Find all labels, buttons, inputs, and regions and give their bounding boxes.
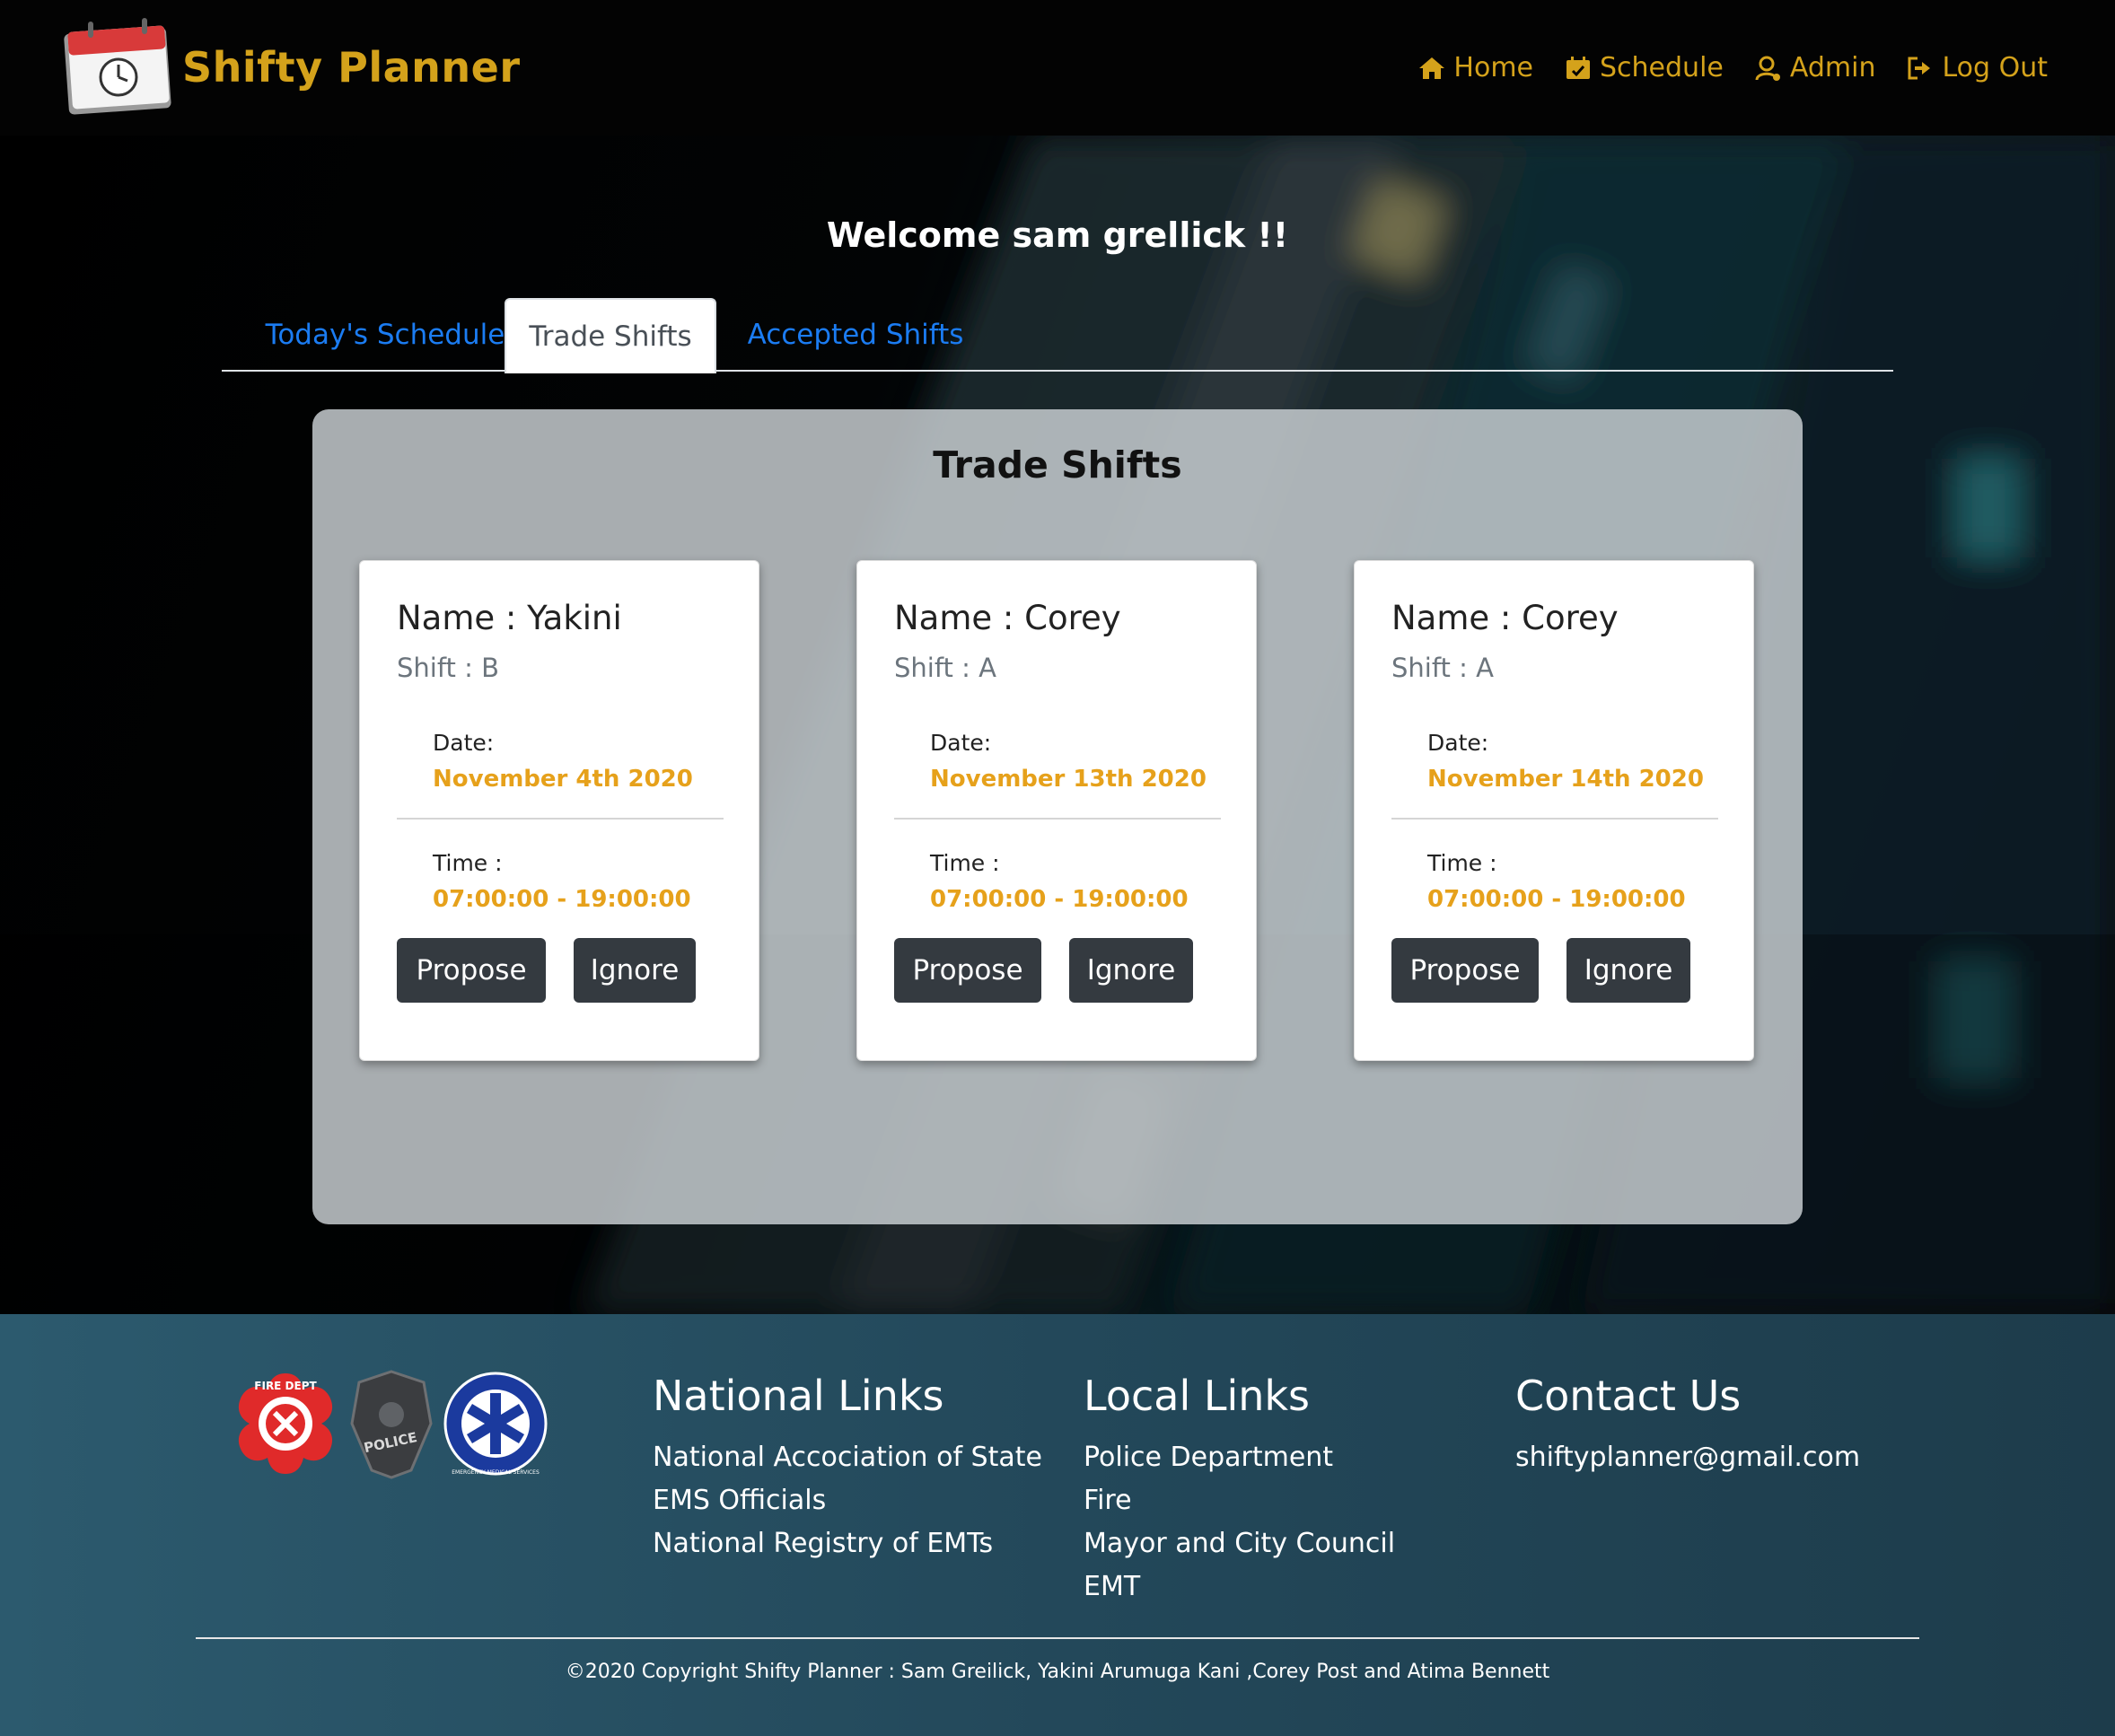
home-icon [1419,57,1445,79]
welcome-message: Welcome sam grellick !! [826,215,1289,255]
nav-admin-label: Admin [1789,52,1876,83]
date-value: November 13th 2020 [930,766,1207,793]
contact-email[interactable]: shiftyplanner@gmail.com [1515,1436,1860,1479]
date-value: November 4th 2020 [433,766,693,793]
link-mayor-city-council[interactable]: Mayor and City Council [1084,1522,1395,1565]
shift-card: Name : Corey Shift : A Date: November 14… [1354,560,1754,1061]
date-label: Date: [930,730,992,756]
card-shift: Shift : A [894,653,996,683]
navbar: Shifty Planner Home Schedule Admin Log O… [0,0,2115,136]
link-nremt[interactable]: National Registry of EMTs [653,1522,1042,1565]
nav-schedule[interactable]: Schedule [1564,52,1724,83]
nav-logout[interactable]: Log Out [1906,52,2048,83]
time-label: Time : [1427,850,1497,876]
card-shift: Shift : B [397,653,500,683]
brand-title[interactable]: Shifty Planner [182,43,521,92]
fire-dept-badge-icon: FIRE DEPT [238,1373,333,1474]
date-label: Date: [433,730,495,756]
contact-us: Contact Us shiftyplanner@gmail.com [1515,1372,1860,1479]
time-value: 07:00:00 - 19:00:00 [930,886,1189,913]
tab-todays-schedule[interactable]: Today's Schedule [250,298,520,372]
contact-heading: Contact Us [1515,1372,1742,1420]
fire-badge-text: FIRE DEPT [254,1380,317,1392]
date-label: Date: [1427,730,1489,756]
ignore-button[interactable]: Ignore [1069,938,1193,1003]
logout-icon [1908,57,1931,79]
schedule-tabs: Today's Schedule Trade Shifts Accepted S… [222,298,1893,373]
nav-admin[interactable]: Admin [1754,52,1876,83]
nav-home[interactable]: Home [1417,52,1533,83]
tab-trade-shifts[interactable]: Trade Shifts [505,298,716,373]
time-label: Time : [930,850,1000,876]
ems-badge-text: EMERGENCY MEDICAL SERVICES [452,1469,540,1476]
ems-badge-icon: EMERGENCY MEDICAL SERVICES [443,1372,548,1476]
card-divider [397,818,724,820]
card-name: Name : Corey [1391,599,1619,637]
local-links: Local Links Police Department Fire Mayor… [1084,1372,1395,1609]
link-emt[interactable]: EMT [1084,1565,1395,1609]
link-police-department[interactable]: Police Department [1084,1436,1395,1479]
calendar-logo-icon[interactable] [61,18,176,117]
propose-button[interactable]: Propose [894,938,1041,1003]
nav-logout-label: Log Out [1942,52,2048,83]
copyright-text: ©2020 Copyright Shifty Planner : Sam Gre… [565,1661,1550,1683]
nav-schedule-label: Schedule [1600,52,1724,83]
calendar-icon [1567,56,1590,79]
emergency-services-badges: FIRE DEPT POLICE EMERGENCY MEDICAL SERVI… [238,1370,548,1479]
link-fire[interactable]: Fire [1084,1479,1395,1522]
card-name: Name : Yakini [397,599,622,637]
time-value: 07:00:00 - 19:00:00 [433,886,691,913]
user-icon [1755,56,1780,81]
national-links-heading: National Links [653,1372,944,1420]
propose-button[interactable]: Propose [397,938,546,1003]
link-nasemso-2[interactable]: EMS Officials [653,1479,1042,1522]
card-divider [1391,818,1718,820]
police-badge-icon: POLICE [350,1370,433,1479]
local-links-heading: Local Links [1084,1372,1311,1420]
propose-button[interactable]: Propose [1391,938,1539,1003]
tab-accepted-shifts[interactable]: Accepted Shifts [734,298,977,372]
card-divider [894,818,1221,820]
time-label: Time : [433,850,503,876]
national-links: National Links National Accociation of S… [653,1372,1042,1565]
trade-shifts-panel: Trade Shifts Name : Yakini Shift : B Dat… [312,409,1803,1224]
main-nav: Home Schedule Admin Log Out [1417,52,2048,83]
nav-home-label: Home [1453,52,1533,83]
card-shift: Shift : A [1391,653,1494,683]
ignore-button[interactable]: Ignore [574,938,696,1003]
shift-card: Name : Corey Shift : A Date: November 13… [856,560,1257,1061]
panel-title: Trade Shifts [933,443,1182,487]
shift-card: Name : Yakini Shift : B Date: November 4… [359,560,759,1061]
footer: FIRE DEPT POLICE EMERGENCY MEDICAL SERVI… [0,1314,2115,1736]
ignore-button[interactable]: Ignore [1567,938,1690,1003]
card-name: Name : Corey [894,599,1121,637]
time-value: 07:00:00 - 19:00:00 [1427,886,1686,913]
footer-divider [196,1637,1919,1639]
link-nasemso-1[interactable]: National Accociation of State [653,1436,1042,1479]
date-value: November 14th 2020 [1427,766,1704,793]
